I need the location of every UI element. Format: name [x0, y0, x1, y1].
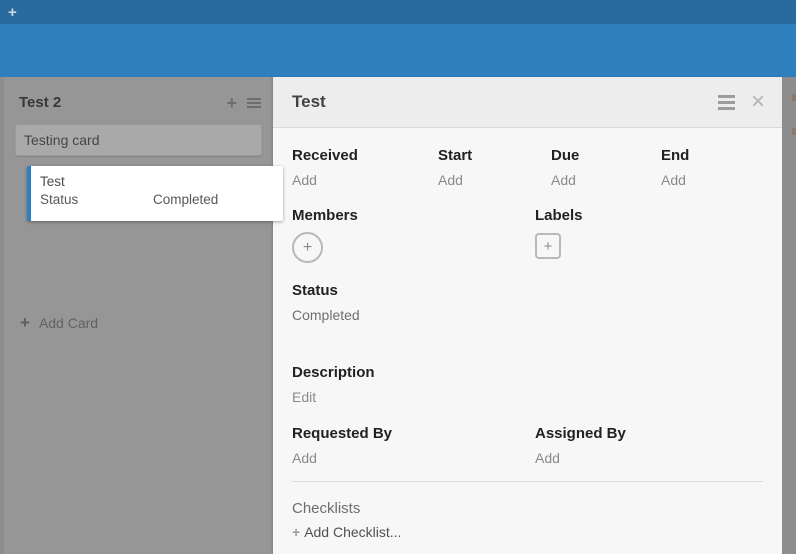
add-card-button[interactable]: + Add Card	[20, 314, 98, 331]
received-label: Received	[292, 146, 438, 165]
list-menu-icon[interactable]	[247, 96, 261, 110]
plus-icon: +	[303, 239, 312, 257]
members-label: Members	[292, 206, 535, 225]
plus-icon: +	[544, 238, 553, 255]
section-divider	[292, 481, 763, 482]
dimmed-edge-mark	[792, 94, 796, 101]
labels-label: Labels	[535, 206, 763, 225]
card-menu-icon[interactable]	[718, 92, 735, 113]
members-section: Members +	[292, 206, 535, 263]
requested-by-add-link[interactable]: Add	[292, 449, 535, 468]
due-label: Due	[551, 146, 661, 165]
add-label-button[interactable]: +	[535, 233, 561, 259]
checklists-label: Checklists	[292, 499, 763, 518]
card-detail-header: Test ×	[273, 77, 782, 128]
plus-icon: +	[292, 524, 300, 540]
date-start: Start Add	[438, 146, 551, 190]
start-label: Start	[438, 146, 551, 165]
date-received: Received Add	[292, 146, 438, 190]
add-checklist-label: Add Checklist...	[304, 524, 401, 540]
board-header-banner	[0, 24, 796, 77]
labels-section: Labels +	[535, 206, 763, 263]
card-detail-title[interactable]: Test	[292, 92, 718, 112]
status-value[interactable]: Completed	[292, 306, 763, 325]
card-detail-panel: Test × Received Add Start Add Due Add	[273, 77, 782, 554]
requested-by-label: Requested By	[292, 424, 535, 443]
assigned-by-section: Assigned By Add	[535, 424, 763, 468]
minicard-custom-field: StatusCompleted	[40, 191, 283, 209]
date-due: Due Add	[551, 146, 661, 190]
add-member-button[interactable]: +	[292, 232, 323, 263]
minicard-field-label: Status	[40, 191, 153, 209]
end-label: End	[661, 146, 763, 165]
due-add-link[interactable]: Add	[551, 171, 661, 190]
list-title[interactable]: Test 2	[19, 94, 226, 111]
add-card-label: Add Card	[39, 315, 98, 331]
add-board-icon[interactable]: +	[8, 5, 17, 20]
list-test-2: Test 2 + + Add Card	[4, 77, 273, 554]
list-header: Test 2 +	[4, 77, 273, 121]
board-canvas: Test 2 + + Add Card Test StatusCompleted…	[0, 77, 796, 554]
start-add-link[interactable]: Add	[438, 171, 551, 190]
requested-by-section: Requested By Add	[292, 424, 535, 468]
assigned-by-label: Assigned By	[535, 424, 763, 443]
end-add-link[interactable]: Add	[661, 171, 763, 190]
date-end: End Add	[661, 146, 763, 190]
dates-row: Received Add Start Add Due Add End Add	[292, 146, 763, 190]
status-label: Status	[292, 281, 763, 300]
checklists-section: Checklists +Add Checklist...	[292, 499, 763, 542]
dimmed-edge-mark	[792, 128, 796, 135]
minicard-test[interactable]: Test StatusCompleted	[27, 166, 283, 221]
description-label: Description	[292, 363, 763, 382]
plus-icon: +	[20, 314, 30, 331]
add-checklist-button[interactable]: +Add Checklist...	[292, 523, 763, 542]
minicard-field-value: Completed	[153, 192, 218, 207]
card-detail-body: Received Add Start Add Due Add End Add	[273, 128, 782, 554]
received-add-link[interactable]: Add	[292, 171, 438, 190]
card-composer-input[interactable]	[15, 124, 262, 156]
close-icon[interactable]: ×	[751, 90, 765, 114]
status-section: Status Completed	[292, 281, 763, 325]
assigned-by-add-link[interactable]: Add	[535, 449, 763, 468]
members-labels-row: Members + Labels +	[292, 206, 763, 263]
minicard-title: Test	[40, 173, 283, 191]
requested-assigned-row: Requested By Add Assigned By Add	[292, 424, 763, 468]
add-card-top-icon[interactable]: +	[226, 96, 237, 110]
description-section: Description Edit	[292, 363, 763, 407]
app-topbar: +	[0, 0, 796, 24]
description-edit-link[interactable]: Edit	[292, 388, 763, 407]
